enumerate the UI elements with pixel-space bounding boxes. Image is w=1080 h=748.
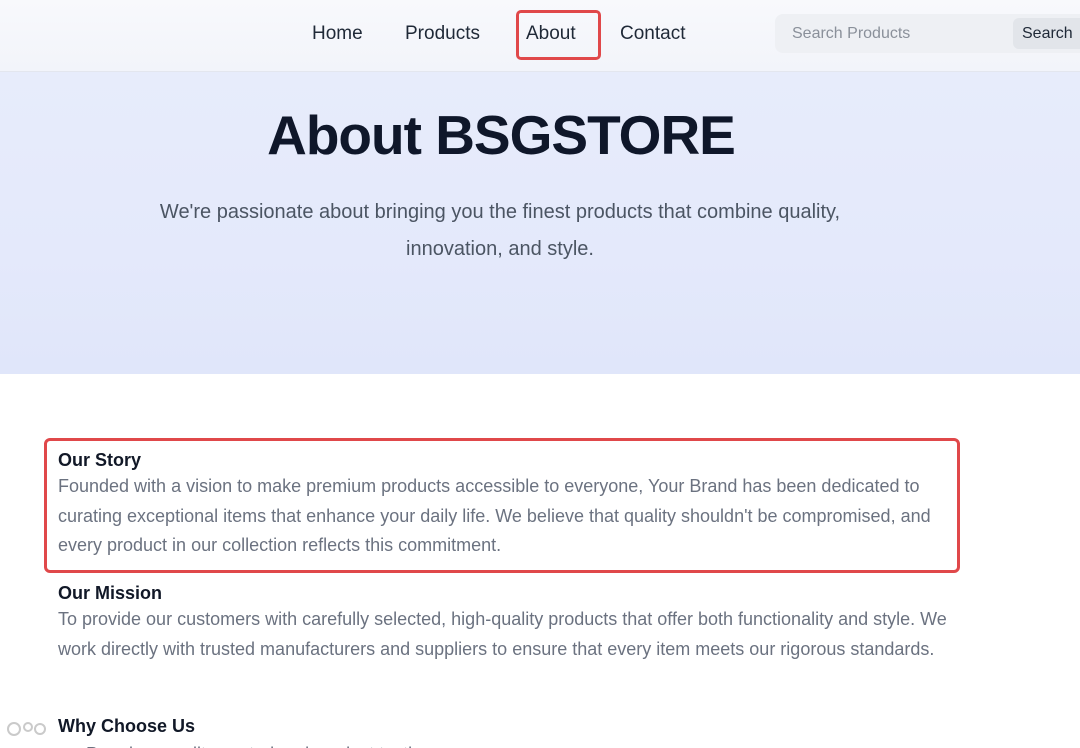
why-choose-us-title: Why Choose Us xyxy=(58,716,196,736)
nav-products-link[interactable]: Products xyxy=(405,20,480,48)
why-list: Premium quality control and product test… xyxy=(58,740,958,748)
our-mission-title: Our Mission xyxy=(58,583,163,603)
nav-home-link[interactable]: Home xyxy=(312,20,363,48)
our-mission-text: To provide our customers with carefully … xyxy=(58,609,947,659)
watermark-icon xyxy=(7,722,46,737)
page-title: About BSGSTORE xyxy=(267,104,736,166)
watermark-logo xyxy=(6,712,136,744)
site-header: Home Products About Contact Search xyxy=(0,0,1080,72)
why-choose-us-section: Why Choose Us Premium quality control an… xyxy=(58,714,958,748)
about-highlight-box xyxy=(516,10,601,60)
why-list-item: Premium quality control and product test… xyxy=(86,740,958,748)
our-story-section: Our Story Founded with a vision to make … xyxy=(58,448,958,561)
our-mission-section: Our Mission To provide our customers wit… xyxy=(58,581,958,664)
nav-contact-link[interactable]: Contact xyxy=(620,20,685,48)
our-story-text: Founded with a vision to make premium pr… xyxy=(58,476,931,555)
search-button[interactable]: Search xyxy=(1013,18,1080,49)
search-bar: Search xyxy=(775,14,1080,53)
our-story-title: Our Story xyxy=(58,450,142,470)
search-input[interactable] xyxy=(775,14,1011,53)
hero-subtitle: We're passionate about bringing you the … xyxy=(159,201,841,260)
hero-banner: About BSGSTORE We're passionate about br… xyxy=(0,72,1080,374)
